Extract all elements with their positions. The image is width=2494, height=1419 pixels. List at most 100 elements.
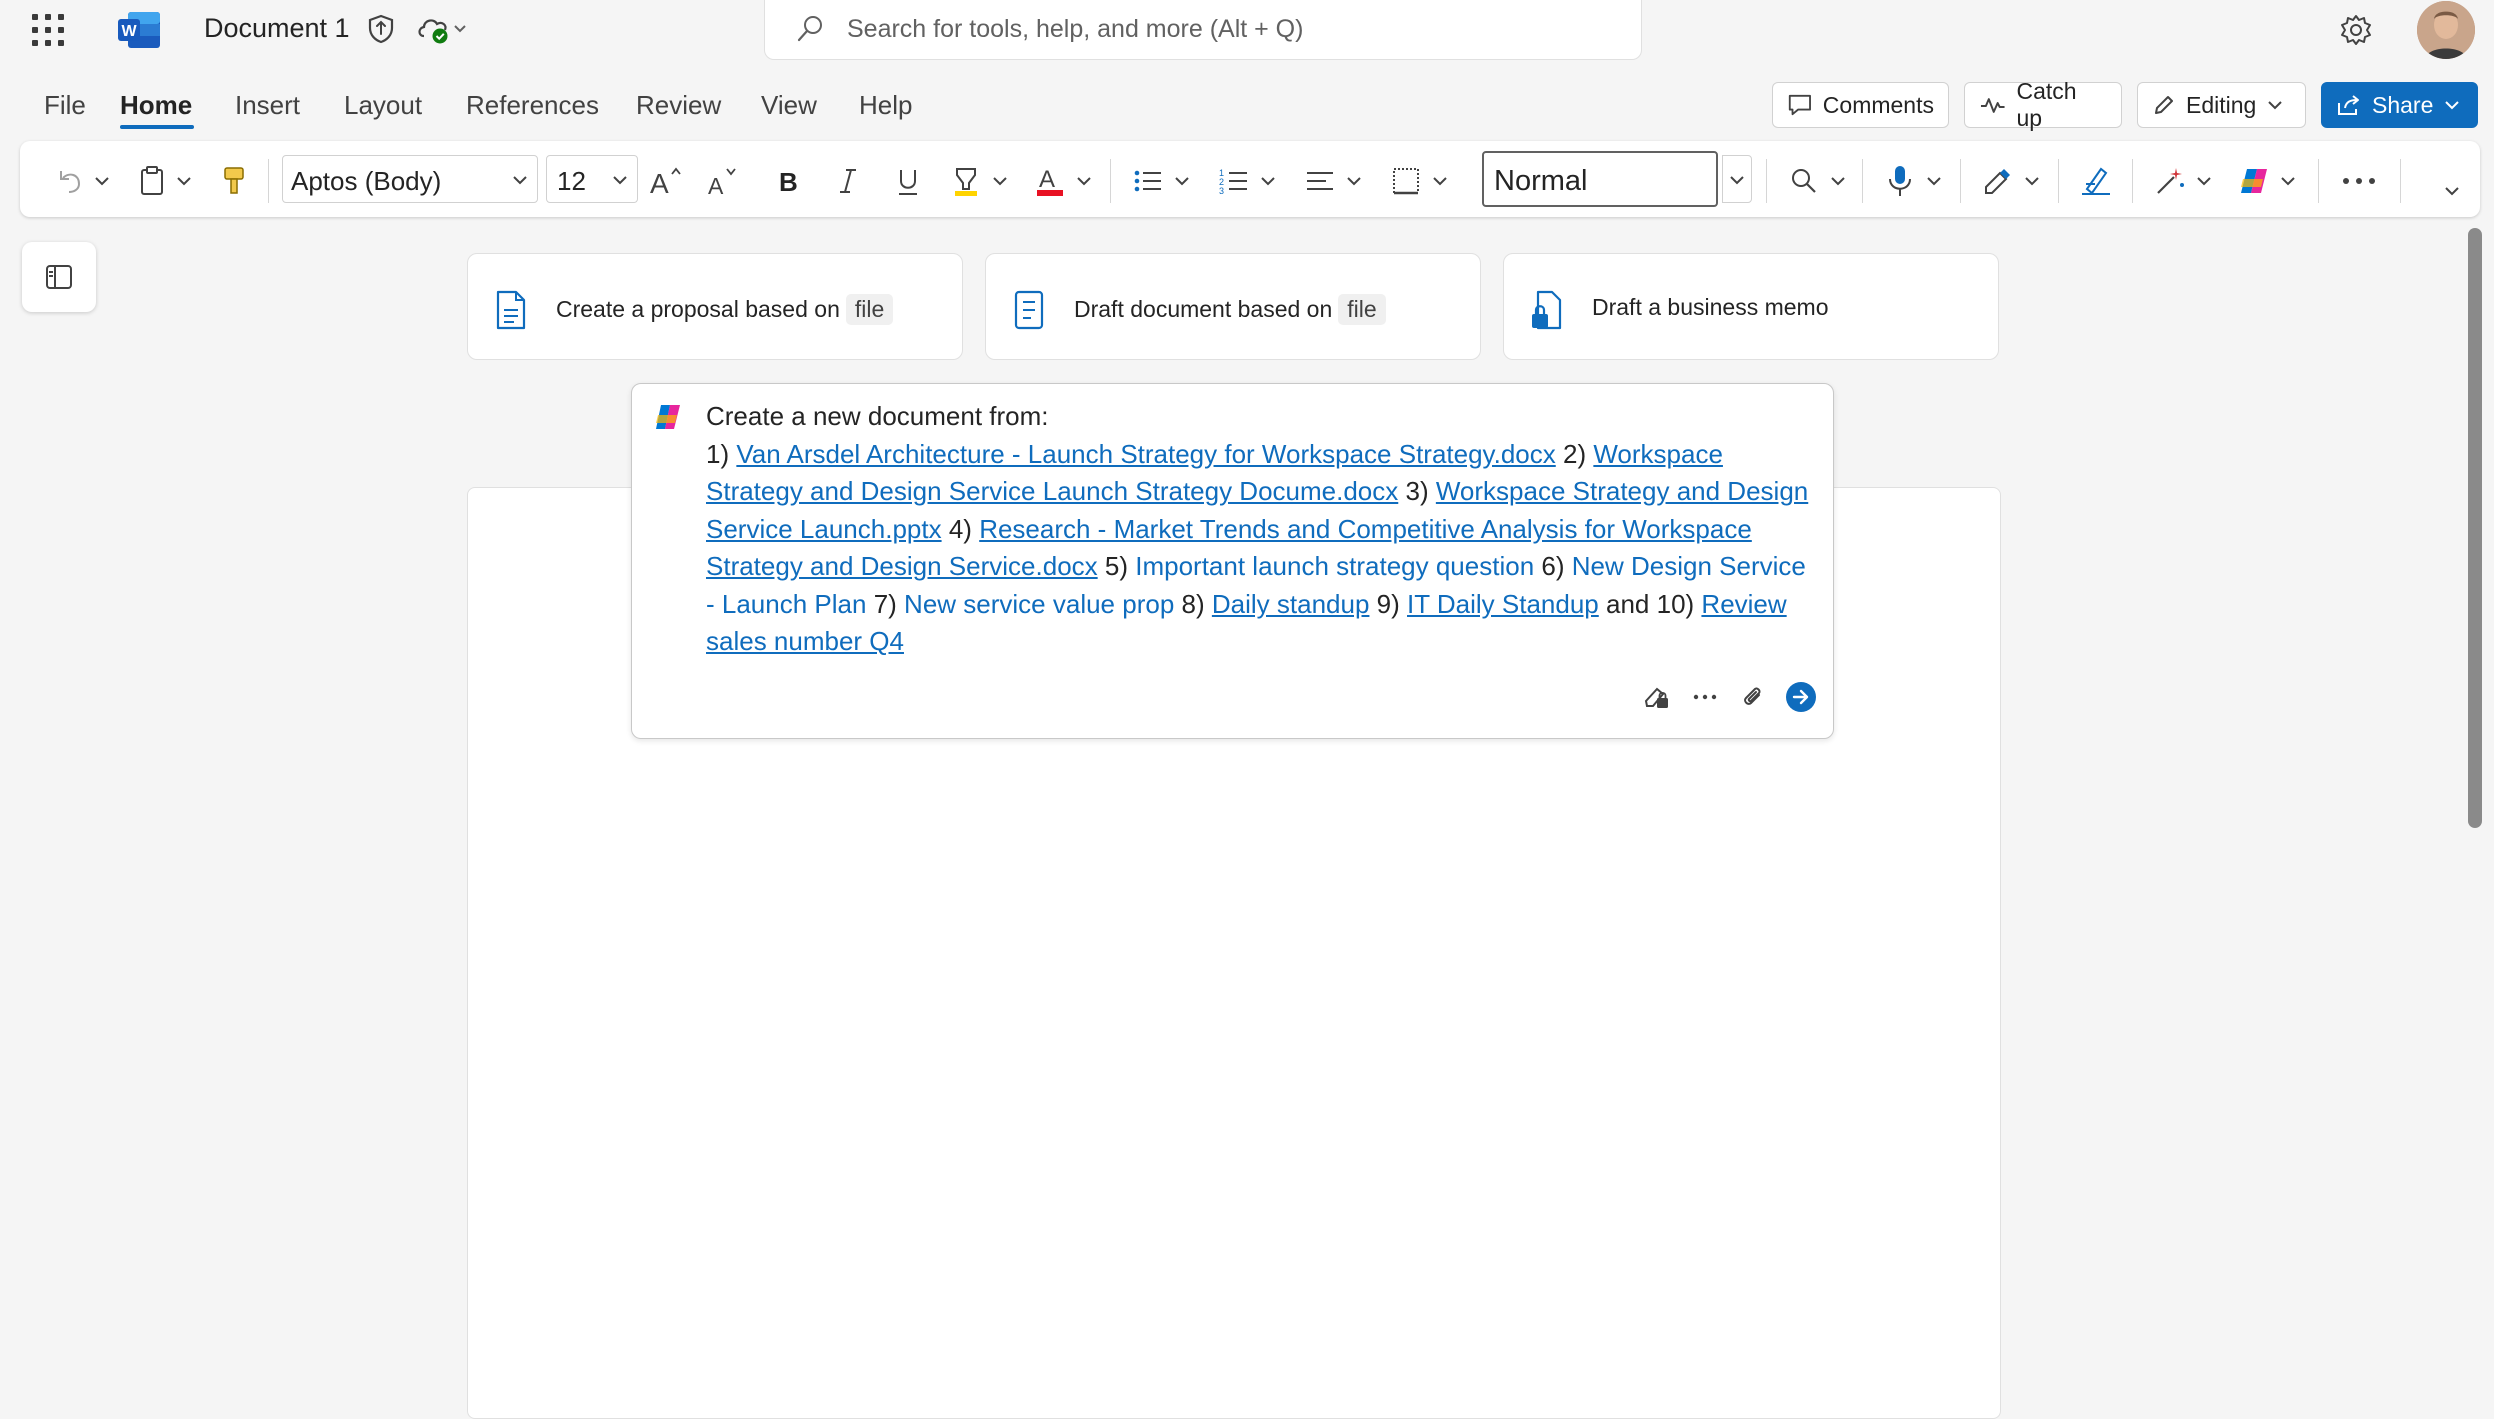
tab-insert[interactable]: Insert [235, 90, 300, 121]
file-link[interactable]: Van Arsdel Architecture - Launch Strateg… [736, 439, 1555, 469]
copilot-icon[interactable] [2232, 161, 2276, 201]
send-arrow-icon[interactable] [1784, 680, 1818, 714]
italic-icon[interactable] [828, 161, 868, 201]
item-number: 6) [1541, 551, 1565, 581]
app-launcher-icon[interactable] [32, 14, 66, 48]
copilot-chevron-down-icon[interactable] [2276, 161, 2300, 201]
tab-view[interactable]: View [761, 90, 817, 121]
suggestion-card-business-memo[interactable]: Draft a business memo [1503, 253, 1999, 360]
shrink-font-icon[interactable]: A [702, 161, 746, 201]
numbering-chevron-down-icon[interactable] [1256, 161, 1280, 201]
undo-chevron-down-icon[interactable] [90, 161, 114, 201]
sensitivity-icon[interactable] [1976, 161, 2020, 201]
find-chevron-down-icon[interactable] [1826, 161, 1850, 201]
sensitivity-shield-icon[interactable] [364, 12, 398, 46]
dictate-chevron-down-icon[interactable] [1922, 161, 1946, 201]
find-search-icon[interactable] [1782, 161, 1826, 201]
prompt-text[interactable]: Create a new document from: 1) Van Arsde… [706, 398, 1816, 661]
paste-chevron-down-icon[interactable] [172, 161, 196, 201]
svg-text:3: 3 [1219, 186, 1224, 196]
suggestion-card-proposal[interactable]: Create a proposal based on file [467, 253, 963, 360]
item-number: 9) [1376, 588, 1400, 619]
more-icon[interactable] [1688, 680, 1722, 714]
editor-icon[interactable] [2074, 161, 2118, 201]
catch-up-button[interactable]: Catch up [1964, 78, 2122, 131]
suggestion-card-draft-document[interactable]: Draft document based on file [985, 253, 1481, 360]
sensitivity-lock-icon[interactable] [1640, 680, 1674, 714]
sensitivity-chevron-down-icon[interactable] [2020, 161, 2044, 201]
settings-gear-icon[interactable] [2338, 12, 2374, 48]
suggestion-text: Draft a business memo [1592, 294, 1829, 320]
user-avatar[interactable] [2417, 1, 2475, 59]
message-link[interactable]: Important launch strategy question [1135, 551, 1534, 581]
highlight-color-icon[interactable] [944, 161, 988, 201]
pencil-icon [2155, 96, 2173, 114]
borders-chevron-down-icon[interactable] [1428, 161, 1452, 201]
share-button[interactable]: Share [2321, 82, 2478, 128]
tab-file[interactable]: File [44, 90, 86, 121]
font-color-chevron-down-icon[interactable] [1072, 161, 1096, 201]
editing-mode-button[interactable]: Editing [2137, 82, 2306, 128]
navigation-pane-icon [46, 265, 72, 289]
underline-icon[interactable] [888, 161, 928, 201]
search-box[interactable]: Search for tools, help, and more (Alt + … [764, 0, 1642, 60]
meeting-link[interactable]: IT Daily Standup [1407, 589, 1599, 619]
tab-references[interactable]: References [466, 90, 599, 121]
item-number: 3) [1405, 476, 1429, 506]
comments-label: Comments [1822, 91, 1934, 118]
font-color-icon[interactable]: A [1028, 161, 1072, 201]
designer-chevron-down-icon[interactable] [2192, 161, 2216, 201]
comments-button[interactable]: Comments [1772, 82, 1949, 128]
ribbon-collapse-chevron-down-icon[interactable] [2438, 171, 2466, 211]
paste-clipboard-icon[interactable] [132, 161, 172, 201]
styles-gallery-chevron-down-icon[interactable] [1722, 155, 1752, 203]
file-chip[interactable]: file [845, 294, 894, 325]
align-chevron-down-icon[interactable] [1342, 161, 1366, 201]
undo-icon[interactable] [50, 161, 90, 201]
grow-font-icon[interactable]: A [644, 161, 688, 201]
svg-text:B: B [779, 167, 798, 196]
meeting-link[interactable]: Daily standup [1212, 589, 1370, 619]
bold-icon[interactable]: B [768, 161, 808, 201]
ribbon-toolbar: Aptos (Body) 12 A A B A 123 Normal [20, 141, 2480, 217]
borders-icon[interactable] [1384, 161, 1428, 201]
tab-layout[interactable]: Layout [344, 90, 422, 121]
attach-paperclip-icon[interactable] [1736, 680, 1770, 714]
svg-text:A: A [708, 173, 724, 197]
file-chip[interactable]: file [1338, 294, 1386, 325]
item-number: 4) [948, 513, 972, 544]
highlight-chevron-down-icon[interactable] [988, 161, 1012, 201]
style-dropdown[interactable]: Normal [1482, 151, 1718, 207]
catch-up-label: Catch up [2016, 78, 2077, 131]
designer-magic-wand-icon[interactable] [2148, 161, 2192, 201]
title-bar: W Document 1 Search for tools, help, and… [0, 0, 2494, 60]
copilot-prompt-box[interactable]: Create a new document from: 1) Van Arsde… [631, 383, 1834, 739]
navigation-pane-button[interactable] [22, 242, 96, 312]
chevron-down-icon [513, 176, 527, 185]
dictate-microphone-icon[interactable] [1878, 161, 1922, 201]
prompt-intro: Create a new document from: [706, 401, 1049, 431]
search-placeholder: Search for tools, help, and more (Alt + … [847, 15, 1304, 43]
bullets-chevron-down-icon[interactable] [1170, 161, 1194, 201]
more-options-icon[interactable] [2332, 161, 2386, 201]
font-size-dropdown[interactable]: 12 [546, 155, 638, 203]
document-lock-icon [1532, 290, 1562, 330]
numbering-icon[interactable]: 123 [1212, 161, 1256, 201]
save-status-cloud-icon[interactable] [414, 12, 468, 46]
tab-review[interactable]: Review [636, 90, 721, 121]
tab-home[interactable]: Home [120, 90, 192, 121]
item-number: and 10) [1606, 588, 1695, 619]
document-title[interactable]: Document 1 [204, 13, 350, 44]
copilot-icon [656, 405, 680, 429]
tab-help[interactable]: Help [859, 90, 912, 121]
item-number: 2) [1563, 438, 1587, 469]
scrollbar-thumb[interactable] [2468, 228, 2482, 828]
format-painter-icon[interactable] [214, 161, 254, 201]
align-icon[interactable] [1298, 161, 1342, 201]
message-link[interactable]: New service value prop [904, 589, 1174, 619]
bullets-icon[interactable] [1126, 161, 1170, 201]
suggestion-text: Create a proposal based on [556, 296, 840, 322]
search-icon [795, 14, 825, 44]
font-name-dropdown[interactable]: Aptos (Body) [282, 155, 538, 203]
word-logo-icon[interactable]: W [118, 10, 162, 50]
